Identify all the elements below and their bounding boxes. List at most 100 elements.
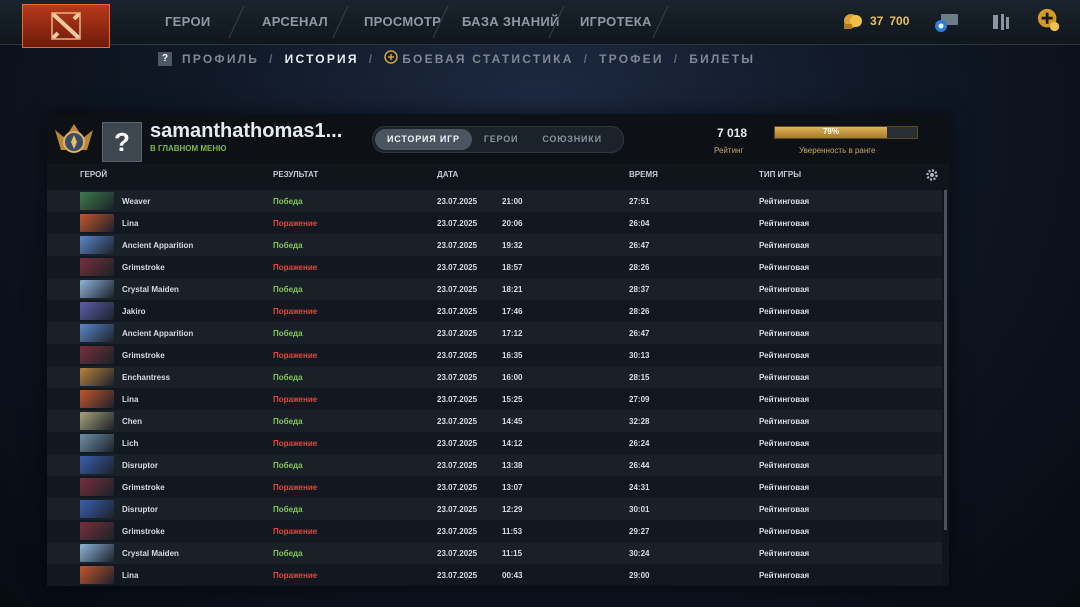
top-navigation: ГЕРОИ АРСЕНАЛ ПРОСМОТР БАЗА ЗНАНИЙ ИГРОТ… [0, 0, 1080, 48]
game-mode: Рейтинговая [759, 439, 810, 448]
help-icon[interactable]: ? [158, 51, 172, 66]
plus-badge-icon[interactable] [1036, 8, 1062, 32]
nav-arcade[interactable]: ИГРОТЕКА [580, 14, 652, 29]
match-time: 16:00 [502, 373, 523, 382]
match-duration: 27:09 [629, 395, 650, 404]
table-row[interactable]: Grimstroke Поражение 23.07.2025 13:07 24:31 Р… [47, 476, 942, 498]
shards-icon [844, 14, 862, 29]
match-time: 19:32 [502, 241, 523, 250]
match-time: 11:53 [502, 527, 523, 536]
table-row[interactable]: Crystal Maiden Победа 23.07.2025 18:21 28:37… [47, 278, 942, 300]
hero-portrait [80, 522, 114, 540]
match-duration: 28:26 [629, 307, 650, 316]
chat-icon[interactable] [934, 10, 960, 34]
game-mode: Рейтинговая [759, 571, 810, 580]
hero-portrait [80, 302, 114, 320]
subnav-separator: / [583, 51, 590, 66]
table-row[interactable]: Jakiro Поражение 23.07.2025 17:46 28:26 Рейти… [47, 300, 942, 322]
match-date: 23.07.2025 [437, 527, 478, 536]
scrollbar[interactable] [944, 190, 947, 530]
table-row[interactable]: Enchantress Победа 23.07.2025 16:00 28:15 Рей… [47, 366, 942, 388]
tab-heroes[interactable]: ГЕРОИ [472, 129, 530, 150]
hero-portrait [80, 192, 114, 210]
match-time: 00:43 [502, 571, 523, 580]
match-time: 14:45 [502, 417, 523, 426]
plus-icon [384, 50, 398, 67]
match-result: Поражение [273, 307, 318, 316]
table-row[interactable]: Grimstroke Поражение 23.07.2025 11:53 29:27 Р… [47, 520, 942, 542]
dota-logo-icon[interactable] [22, 4, 110, 48]
table-row[interactable]: Lina Поражение 23.07.2025 00:43 29:00 Рейтинг… [47, 564, 942, 586]
tab-match-history[interactable]: ИСТОРИЯ ИГР [375, 129, 472, 150]
match-time: 11:15 [502, 549, 523, 558]
match-duration: 28:15 [629, 373, 650, 382]
currency-display[interactable]: 37 700 [842, 12, 909, 30]
hero-name: Lina [122, 219, 139, 228]
hero-portrait [80, 544, 114, 562]
avatar[interactable]: ? [102, 122, 142, 162]
column-header-game-mode[interactable]: ТИП ИГРЫ [759, 170, 801, 179]
rank-badge-icon[interactable] [53, 120, 95, 160]
match-time: 18:57 [502, 263, 523, 272]
match-duration: 30:13 [629, 351, 650, 360]
game-mode: Рейтинговая [759, 285, 810, 294]
game-mode: Рейтинговая [759, 483, 810, 492]
match-duration: 24:31 [629, 483, 650, 492]
table-row[interactable]: Chen Победа 23.07.2025 14:45 32:28 Рейтингова… [47, 410, 942, 432]
match-date: 23.07.2025 [437, 351, 478, 360]
column-header-date[interactable]: ДАТА [437, 170, 458, 179]
hero-name: Weaver [122, 197, 151, 206]
username: samanthathomas1... [150, 120, 343, 142]
table-row[interactable]: Ancient Apparition Победа 23.07.2025 17:12 2… [47, 322, 942, 344]
match-duration: 26:47 [629, 329, 650, 338]
column-header-result[interactable]: РЕЗУЛЬТАТ [273, 170, 318, 179]
nav-watch[interactable]: ПРОСМОТР [364, 14, 441, 29]
match-date: 23.07.2025 [437, 505, 478, 514]
currency-shards: 37 [870, 14, 884, 28]
game-mode: Рейтинговая [759, 329, 810, 338]
match-result: Поражение [273, 395, 318, 404]
table-row[interactable]: Grimstroke Поражение 23.07.2025 16:35 30:13 Р… [47, 344, 942, 366]
nav-arsenal[interactable]: АРСЕНАЛ [262, 14, 328, 29]
currency-gold: 700 [889, 14, 910, 28]
hero-name: Disruptor [122, 505, 158, 514]
hero-portrait [80, 258, 114, 276]
table-row[interactable]: Lina Поражение 23.07.2025 15:25 27:09 Рейтинг… [47, 388, 942, 410]
table-row[interactable]: Ancient Apparition Победа 23.07.2025 19:32 2… [47, 234, 942, 256]
match-duration: 28:37 [629, 285, 650, 294]
match-result: Победа [273, 241, 303, 250]
game-mode: Рейтинговая [759, 527, 810, 536]
table-row[interactable]: Disruptor Победа 23.07.2025 13:38 26:44 Рейти… [47, 454, 942, 476]
hero-name: Grimstroke [122, 527, 165, 536]
subnav-tickets[interactable]: БИЛЕТЫ [689, 52, 755, 66]
subnav-profile[interactable]: ПРОФИЛЬ [182, 52, 259, 66]
match-time: 20:06 [502, 219, 523, 228]
table-row[interactable]: Lina Поражение 23.07.2025 20:06 26:04 Рейтинг… [47, 212, 942, 234]
subnav-battle-stats[interactable]: БОЕВАЯ СТАТИСТИКА [402, 52, 573, 66]
match-result: Победа [273, 461, 303, 470]
hero-name: Grimstroke [122, 263, 165, 272]
match-duration: 28:26 [629, 263, 650, 272]
column-header-duration[interactable]: ВРЕМЯ [629, 170, 658, 179]
gear-icon[interactable] [925, 168, 939, 182]
table-row[interactable]: Weaver Победа 23.07.2025 21:00 27:51 Рейтинго… [47, 190, 942, 212]
table-row[interactable]: Crystal Maiden Победа 23.07.2025 11:15 30:24… [47, 542, 942, 564]
nav-knowledge-base[interactable]: БАЗА ЗНАНИЙ [462, 14, 560, 29]
tab-allies[interactable]: СОЮЗНИКИ [530, 129, 614, 150]
hero-name: Lina [122, 571, 139, 580]
match-result: Победа [273, 505, 303, 514]
armory-icon[interactable] [988, 10, 1014, 34]
table-row[interactable]: Lich Поражение 23.07.2025 14:12 26:24 Рейтинг… [47, 432, 942, 454]
table-row[interactable]: Grimstroke Поражение 23.07.2025 18:57 28:26 Р… [47, 256, 942, 278]
game-mode: Рейтинговая [759, 263, 810, 272]
match-date: 23.07.2025 [437, 549, 478, 558]
column-header-hero[interactable]: ГЕРОЙ [80, 170, 107, 179]
profile-header: ? samanthathomas1... В ГЛАВНОМ МЕНЮ ИСТО… [47, 114, 949, 164]
nav-separator [332, 6, 349, 38]
match-date: 23.07.2025 [437, 285, 478, 294]
subnav-history[interactable]: ИСТОРИЯ [285, 52, 359, 66]
subnav-trophies[interactable]: ТРОФЕИ [599, 52, 664, 66]
match-duration: 26:47 [629, 241, 650, 250]
nav-heroes[interactable]: ГЕРОИ [165, 14, 211, 29]
table-row[interactable]: Disruptor Победа 23.07.2025 12:29 30:01 Рейти… [47, 498, 942, 520]
